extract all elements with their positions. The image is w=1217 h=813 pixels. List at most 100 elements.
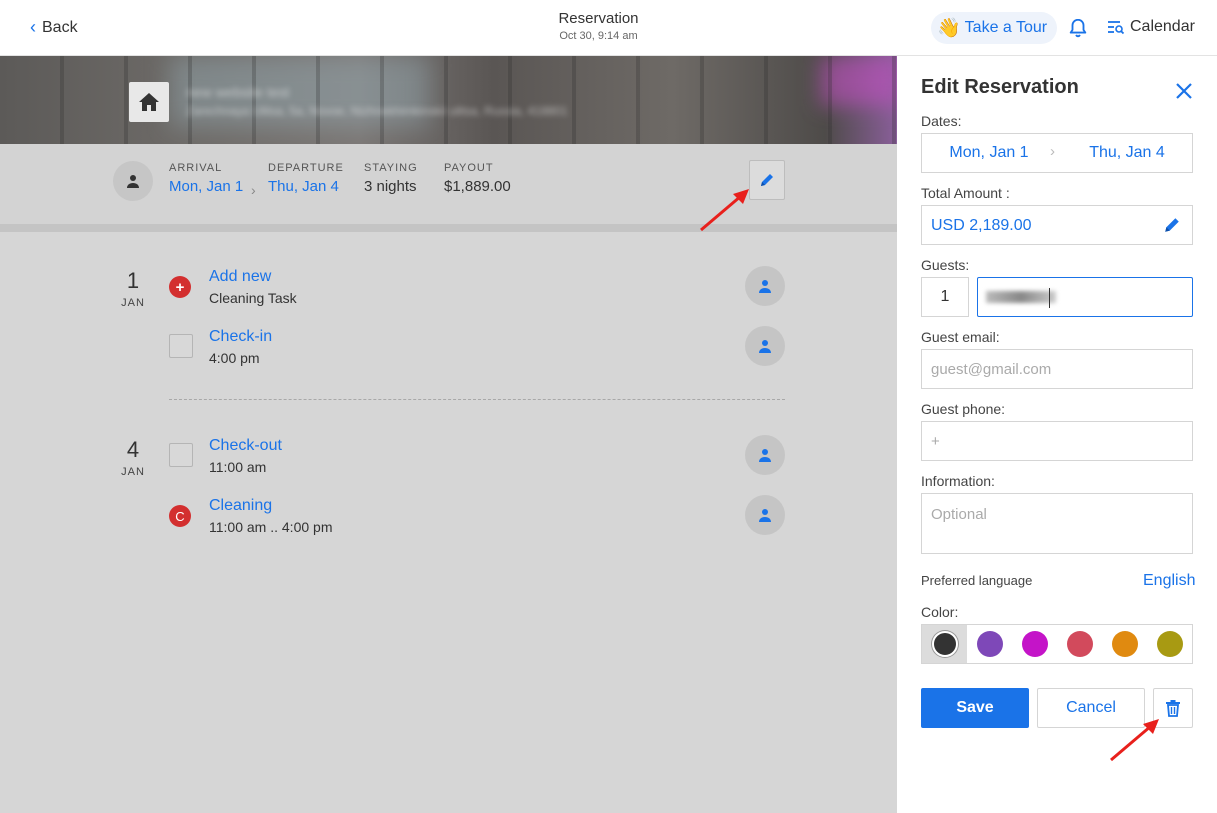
date-separator: › (251, 182, 256, 198)
save-button[interactable]: Save (921, 688, 1029, 728)
assign-user-button[interactable] (745, 326, 785, 366)
color-dot (1156, 631, 1183, 657)
guest-phone-label: Guest phone: (921, 401, 1006, 417)
home-icon (139, 93, 159, 111)
waving-hand-icon: 👋 (937, 18, 961, 39)
staying-label: STAYING (364, 162, 418, 174)
color-dot (931, 631, 958, 657)
cancel-button[interactable]: Cancel (1037, 688, 1145, 728)
person-icon (759, 280, 771, 293)
person-icon (127, 175, 139, 188)
guests-count-input[interactable]: 1 (921, 277, 969, 317)
guest-email-input[interactable]: guest@gmail.com (921, 349, 1193, 389)
preferred-language-label: Preferred language (921, 573, 1033, 588)
pencil-icon (761, 174, 773, 186)
task-title[interactable]: Cleaning (209, 497, 272, 515)
calendar-search-icon (1108, 21, 1125, 35)
task-title[interactable]: Check-in (209, 328, 272, 346)
information-textarea[interactable]: Optional (921, 493, 1193, 554)
color-dot (976, 631, 1003, 657)
day-divider (169, 399, 785, 400)
total-amount-label: Total Amount : (921, 185, 1010, 201)
guest-phone-placeholder: + (931, 433, 940, 450)
information-placeholder: Optional (931, 506, 987, 523)
top-bar: ‹ Back Reservation Oct 30, 9:14 am 👋 Tak… (0, 0, 1217, 56)
cleaning-badge-icon[interactable]: C (169, 505, 191, 527)
staying-block: STAYING 3 nights (364, 162, 418, 195)
assign-user-button[interactable] (745, 495, 785, 535)
color-swatch[interactable] (922, 625, 967, 663)
dates-label: Dates: (921, 113, 962, 129)
summary-divider (0, 224, 897, 232)
assign-user-button[interactable] (745, 435, 785, 475)
guest-phone-input[interactable]: + (921, 421, 1193, 461)
tour-label: Take a Tour (964, 19, 1048, 36)
panel-title: Edit Reservation (921, 76, 1079, 98)
guest-avatar[interactable] (113, 161, 153, 201)
total-amount-field[interactable]: USD 2,189.00 (921, 205, 1193, 245)
total-amount-value: USD 2,189.00 (931, 217, 1032, 234)
departure-label: DEPARTURE (268, 162, 344, 174)
task-title[interactable]: Check-out (209, 437, 282, 455)
payout-label: PAYOUT (444, 162, 494, 174)
calendar-label: Calendar (1130, 18, 1195, 35)
color-swatch[interactable] (1147, 625, 1192, 663)
dates-separator: › (1050, 143, 1055, 160)
calendar-button[interactable]: Calendar (1107, 18, 1195, 36)
task-title[interactable]: Add new (209, 268, 271, 286)
edit-reservation-button[interactable] (749, 160, 785, 200)
departure-block: DEPARTURE Thu, Jan 4 (268, 162, 344, 195)
property-name: new website test (186, 84, 290, 100)
color-label: Color: (921, 604, 959, 620)
guest-name-input[interactable] (977, 277, 1193, 317)
color-dot (1066, 631, 1093, 657)
guest-email-label: Guest email: (921, 329, 1000, 345)
preferred-language-value[interactable]: English (1143, 572, 1195, 590)
departure-value[interactable]: Thu, Jan 4 (268, 178, 344, 195)
arrival-value[interactable]: Mon, Jan 1 (169, 178, 243, 195)
color-swatch[interactable] (1012, 625, 1057, 663)
person-icon (759, 449, 771, 462)
task-subtitle: 11:00 am (209, 459, 267, 475)
assign-user-button[interactable] (745, 266, 785, 306)
property-banner: new website test Zarechnaya Ulitsa, 5a, … (0, 56, 897, 144)
color-swatch[interactable] (1057, 625, 1102, 663)
reservation-summary: ARRIVAL Mon, Jan 1 › DEPARTURE Thu, Jan … (0, 144, 897, 224)
task-checkbox[interactable] (169, 334, 193, 358)
payout-block: PAYOUT $1,889.00 (444, 162, 511, 195)
delete-button[interactable] (1153, 688, 1193, 728)
color-dot (1111, 631, 1138, 657)
color-swatch[interactable] (967, 625, 1012, 663)
color-swatch[interactable] (1102, 625, 1147, 663)
person-icon (759, 340, 771, 353)
property-info: new website test Zarechnaya Ulitsa, 5a, … (186, 84, 568, 118)
day-month: JAN (121, 297, 145, 309)
dates-field: Mon, Jan 1 › Thu, Jan 4 (921, 133, 1193, 173)
payout-value: $1,889.00 (444, 178, 511, 195)
reservation-detail-area: new website test Zarechnaya Ulitsa, 5a, … (0, 56, 897, 813)
add-task-plus-icon[interactable]: + (169, 276, 191, 298)
pencil-icon[interactable] (1163, 216, 1181, 234)
property-home-tile[interactable] (129, 82, 169, 122)
day-number: 1 (126, 268, 140, 293)
task-subtitle: Cleaning Task (209, 290, 297, 306)
date-from[interactable]: Mon, Jan 1 (922, 144, 1056, 162)
guest-email-placeholder: guest@gmail.com (931, 361, 1052, 378)
staying-value: 3 nights (364, 178, 417, 195)
guests-label: Guests: (921, 257, 970, 273)
bell-icon[interactable] (1067, 17, 1089, 39)
task-subtitle: 11:00 am .. 4:00 pm (209, 519, 333, 535)
trash-icon (1166, 700, 1180, 717)
edit-reservation-panel: Edit Reservation Dates: Mon, Jan 1 › Thu… (897, 56, 1217, 813)
close-icon[interactable] (1173, 80, 1195, 102)
color-picker (921, 624, 1193, 664)
take-a-tour-button[interactable]: 👋 Take a Tour (931, 12, 1058, 44)
arrival-block: ARRIVAL Mon, Jan 1 (169, 162, 243, 195)
arrival-label: ARRIVAL (169, 162, 223, 174)
task-subtitle: 4:00 pm (209, 350, 260, 366)
task-checkbox[interactable] (169, 443, 193, 467)
color-dot (1021, 631, 1048, 657)
property-address: Zarechnaya Ulitsa, 5a, Novoe, Nizhnekhim… (186, 104, 568, 118)
person-icon (759, 509, 771, 522)
date-to[interactable]: Thu, Jan 4 (1060, 144, 1194, 162)
